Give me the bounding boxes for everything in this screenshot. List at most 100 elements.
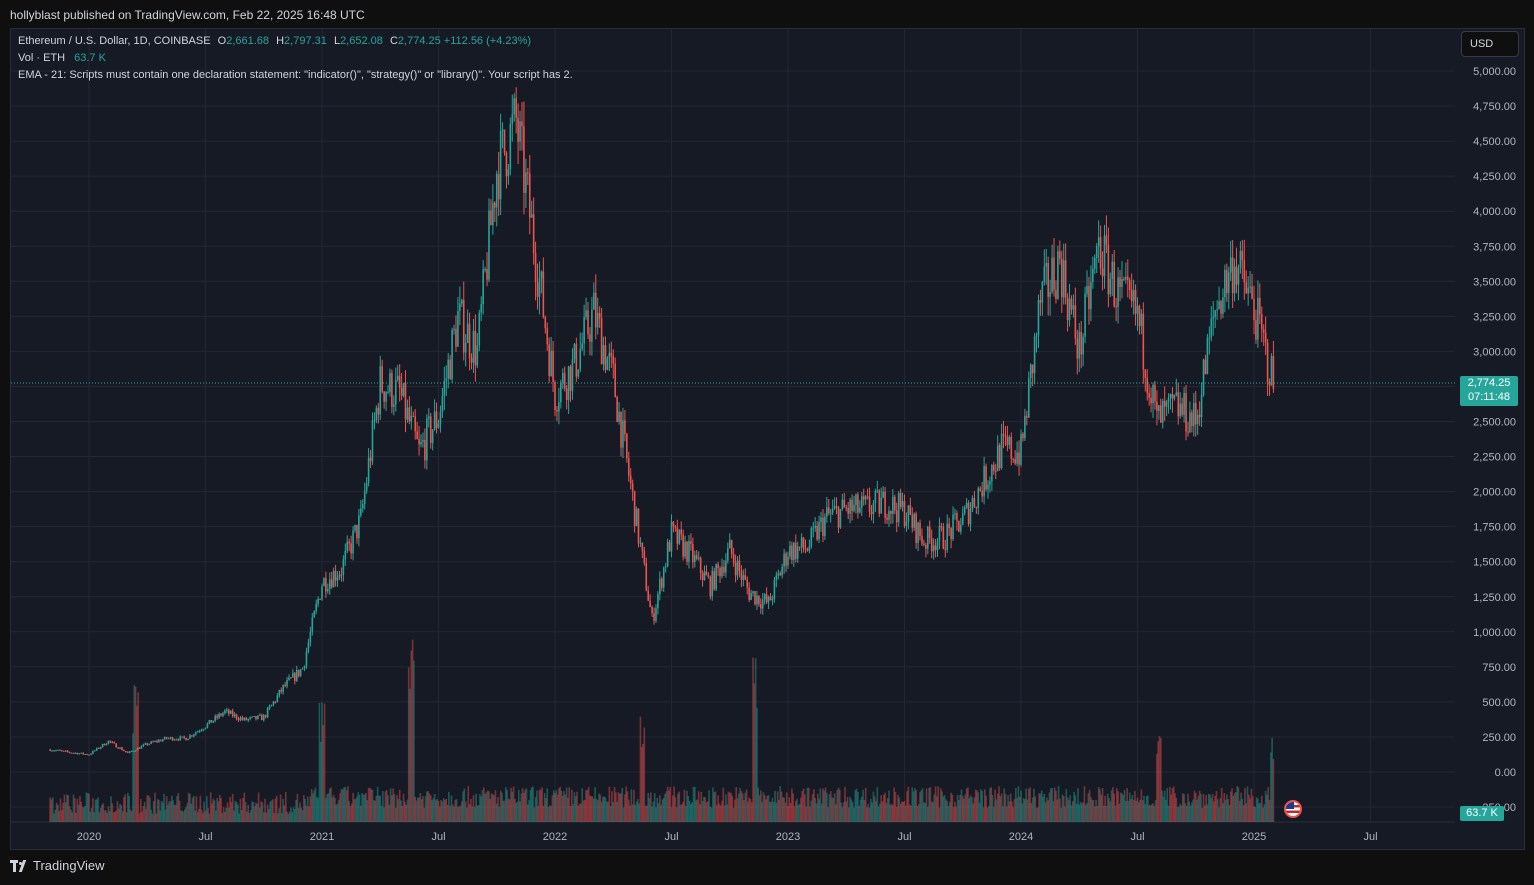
candle-body bbox=[1126, 276, 1129, 281]
candle-body bbox=[262, 715, 265, 721]
candle-body bbox=[1024, 415, 1026, 439]
candle-body bbox=[660, 578, 663, 588]
candle-body bbox=[596, 312, 599, 328]
candle-body bbox=[789, 545, 791, 557]
us-flag-icon[interactable] bbox=[1284, 800, 1302, 818]
candle-body bbox=[833, 506, 836, 509]
candle-body bbox=[1047, 263, 1049, 297]
candle-body bbox=[200, 730, 203, 732]
symbol-name[interactable]: Ethereum / U.S. Dollar, 1D, COINBASE bbox=[18, 35, 211, 47]
candle-body bbox=[1222, 297, 1224, 314]
candle-body bbox=[214, 716, 217, 721]
high-value: 2,797.31 bbox=[284, 35, 327, 47]
candle-body bbox=[1016, 452, 1018, 464]
candle-body bbox=[344, 550, 347, 560]
candle-body bbox=[519, 121, 521, 142]
candle-body bbox=[1031, 364, 1034, 374]
candle-body bbox=[651, 607, 653, 614]
candle-body bbox=[798, 546, 801, 548]
volume-legend[interactable]: Vol · ETH 63.7 K bbox=[18, 52, 106, 64]
candle-body bbox=[1229, 257, 1232, 273]
candle-body bbox=[1000, 433, 1003, 468]
candle-body bbox=[746, 579, 749, 588]
candle-body bbox=[581, 343, 583, 349]
candle-body bbox=[1175, 392, 1178, 396]
candle-body bbox=[1105, 235, 1108, 245]
candle-body bbox=[857, 494, 859, 513]
candle-body bbox=[1130, 290, 1133, 302]
candle-body bbox=[542, 271, 545, 317]
candle-body bbox=[890, 510, 892, 514]
tradingview-brand[interactable]: TradingView bbox=[10, 858, 105, 873]
candle-body bbox=[142, 744, 145, 747]
candle-body bbox=[538, 278, 541, 297]
candle-body bbox=[837, 507, 840, 528]
tradingview-logo-icon bbox=[10, 859, 28, 872]
candle-body bbox=[497, 173, 500, 200]
candle-body bbox=[1125, 276, 1127, 280]
candle-body bbox=[391, 372, 393, 407]
candle-body bbox=[367, 457, 370, 483]
candle-body bbox=[274, 701, 277, 703]
candle-body bbox=[1117, 277, 1119, 307]
candle-body bbox=[509, 123, 512, 170]
candle-body bbox=[412, 415, 415, 417]
candle-body bbox=[410, 415, 413, 422]
candle-body bbox=[356, 524, 358, 539]
y-tick-label: 750.00 bbox=[1482, 662, 1516, 674]
candle-body bbox=[983, 466, 985, 497]
ema-error-legend[interactable]: EMA - 21: Scripts must contain one decla… bbox=[18, 69, 573, 81]
y-tick-label: 500.00 bbox=[1482, 697, 1516, 709]
candle-body bbox=[917, 522, 919, 543]
candle-body bbox=[64, 750, 67, 752]
candle-body bbox=[204, 727, 207, 730]
low-value: 2,652.08 bbox=[340, 35, 383, 47]
currency-button[interactable]: USD bbox=[1461, 31, 1519, 57]
candle-body bbox=[1208, 337, 1211, 339]
candle-body bbox=[1227, 272, 1230, 294]
candle-body bbox=[948, 523, 950, 529]
candle-body bbox=[373, 420, 376, 422]
candle-body bbox=[773, 579, 776, 599]
candle-body bbox=[880, 497, 882, 514]
candle-body bbox=[280, 689, 283, 692]
y-tick-label: 4,000.00 bbox=[1473, 206, 1516, 218]
candle-body bbox=[305, 651, 308, 666]
candle-body bbox=[758, 595, 760, 605]
x-tick-label: Jul bbox=[1130, 831, 1144, 843]
candle-body bbox=[247, 719, 250, 721]
candle-body bbox=[868, 496, 871, 512]
candle-body bbox=[59, 749, 61, 751]
candle-body bbox=[563, 372, 566, 389]
candle-body bbox=[752, 591, 754, 594]
candle-body bbox=[464, 343, 467, 353]
candle-body bbox=[348, 541, 350, 544]
open-value: 2,661.68 bbox=[226, 35, 270, 47]
candle-body bbox=[544, 316, 547, 329]
candle-body bbox=[903, 500, 906, 526]
volume-tag: 63.7 K bbox=[1460, 806, 1504, 821]
candle-body bbox=[330, 579, 333, 588]
price-chart[interactable]: 5,000.00 4,750.00 4,500.00 4,250.00 4,000.00… bbox=[0, 0, 1534, 885]
candle-body bbox=[266, 708, 269, 717]
candle-body bbox=[1260, 314, 1263, 330]
candle-body bbox=[827, 507, 830, 514]
candle-body bbox=[1053, 257, 1055, 290]
candle-body bbox=[371, 420, 374, 462]
candle-body bbox=[649, 600, 651, 608]
candle-body bbox=[1245, 282, 1248, 294]
candle-body bbox=[121, 747, 123, 751]
candle-body bbox=[472, 330, 475, 363]
candle-body bbox=[1101, 268, 1104, 277]
candle-body bbox=[1006, 436, 1009, 445]
candle-body bbox=[946, 523, 949, 550]
candle-body bbox=[365, 482, 368, 492]
candle-body bbox=[154, 740, 156, 742]
candle-body bbox=[810, 528, 813, 547]
candle-body bbox=[1262, 329, 1265, 333]
candle-body bbox=[585, 310, 587, 318]
candle-body bbox=[589, 334, 591, 342]
candle-body bbox=[1179, 403, 1182, 417]
candle-body bbox=[88, 754, 90, 756]
candle-body bbox=[808, 546, 811, 551]
